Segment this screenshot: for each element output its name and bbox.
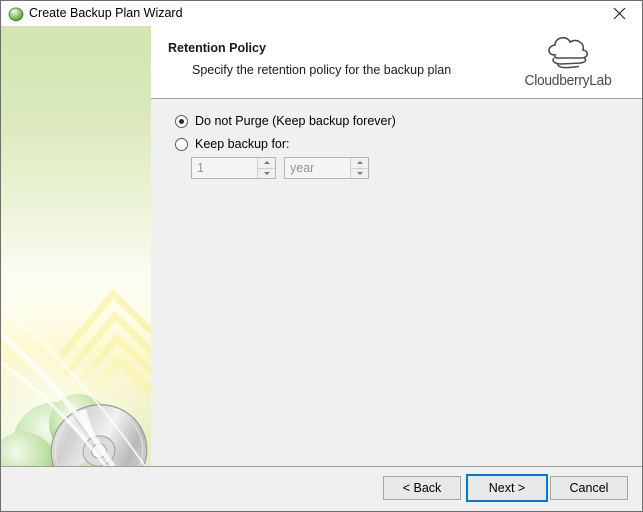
wizard-body: Do not Purge (Keep backup forever) Keep … (151, 99, 642, 466)
retention-duration-controls: 1 year (191, 157, 369, 179)
cancel-button[interactable]: Cancel (550, 476, 628, 500)
radio-indicator-do-not-purge[interactable] (175, 114, 188, 128)
spin-down-icon-amount[interactable] (258, 168, 275, 178)
wizard-banner-disc-cloud-artwork (1, 288, 151, 466)
next-button[interactable]: Next > (466, 474, 548, 502)
back-button[interactable]: < Back (383, 476, 461, 500)
green-cloud-icon (8, 6, 24, 22)
logo-text: CloudberryLab (524, 72, 612, 89)
create-backup-plan-wizard-window: Create Backup Plan Wizard Retention Poli… (0, 0, 643, 512)
spin-up-icon-amount[interactable] (258, 158, 275, 169)
spin-up-icon-unit[interactable] (351, 158, 368, 169)
wizard-footer: < Back Next > Cancel (1, 466, 642, 511)
retention-amount-stepper[interactable]: 1 (191, 157, 276, 179)
radio-label-keep-backup-for: Keep backup for: (195, 137, 290, 151)
retention-unit-spin-buttons[interactable] (350, 158, 368, 178)
page-title: Retention Policy (168, 41, 266, 55)
retention-unit-value[interactable]: year (285, 158, 350, 178)
close-icon[interactable] (597, 1, 642, 26)
window-title: Create Backup Plan Wizard (29, 6, 183, 20)
cloudberry-cloud-icon (548, 36, 589, 69)
retention-amount-spin-buttons[interactable] (257, 158, 275, 178)
wizard-header: Retention Policy Specify the retention p… (151, 26, 642, 99)
wizard-banner-sidebar (1, 26, 151, 466)
retention-unit-stepper[interactable]: year (284, 157, 369, 179)
retention-amount-value[interactable]: 1 (192, 158, 257, 178)
radio-label-do-not-purge: Do not Purge (Keep backup forever) (195, 114, 396, 128)
radio-keep-backup-for[interactable]: Keep backup for: (175, 137, 290, 151)
page-subtitle: Specify the retention policy for the bac… (192, 63, 452, 77)
radio-indicator-keep-backup-for[interactable] (175, 137, 188, 151)
cloudberrylab-logo: CloudberryLab (508, 31, 628, 97)
spin-down-icon-unit[interactable] (351, 168, 368, 178)
radio-do-not-purge[interactable]: Do not Purge (Keep backup forever) (175, 114, 396, 128)
title-bar: Create Backup Plan Wizard (1, 1, 642, 26)
